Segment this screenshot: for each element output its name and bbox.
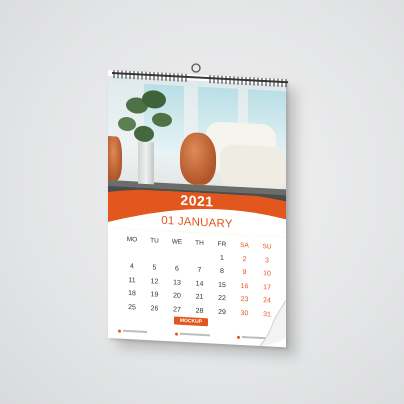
date-cell: 21 xyxy=(195,293,204,302)
day-header-tu: TU xyxy=(150,237,159,245)
date-cell-weekend: 17 xyxy=(263,283,271,292)
date-cell: 11 xyxy=(128,276,136,285)
date-cell: 6 xyxy=(175,265,179,273)
footer-contact xyxy=(174,331,210,337)
day-header-su: SU xyxy=(262,243,272,251)
date-cell-weekend: 2 xyxy=(242,255,247,264)
web-icon xyxy=(174,331,178,336)
phone-icon xyxy=(118,329,121,333)
date-cell: 1 xyxy=(220,254,224,262)
date-cell: 18 xyxy=(128,290,136,298)
date-cell: 27 xyxy=(173,306,181,314)
date-cell: 4 xyxy=(130,263,134,271)
calendar-mockup-scene: 2021 01 JANUARY MO TU WE TH FR SA SU 1 2… xyxy=(0,0,404,404)
date-cell: 8 xyxy=(220,268,224,276)
date-cell-weekend: 9 xyxy=(242,269,247,277)
date-cell: 7 xyxy=(197,266,202,275)
date-cell-weekend: 30 xyxy=(240,309,249,318)
day-header-mo: MO xyxy=(126,236,138,244)
date-cell xyxy=(190,257,210,258)
rattan-vase xyxy=(180,131,216,186)
date-cell: 29 xyxy=(218,308,226,316)
date-cell-weekend: 23 xyxy=(240,296,249,304)
date-cell: 20 xyxy=(173,292,181,301)
footer-contact xyxy=(118,329,147,334)
date-cell: 22 xyxy=(218,295,226,303)
day-header-sa: SA xyxy=(240,242,249,250)
date-cell: 5 xyxy=(152,264,157,272)
date-cell xyxy=(145,254,165,255)
day-header-fr: FR xyxy=(217,240,227,249)
date-cell: 28 xyxy=(195,307,204,315)
date-cell: 13 xyxy=(173,279,181,287)
date-cell-weekend: 10 xyxy=(263,270,271,278)
day-header-we: WE xyxy=(171,238,183,247)
footer-text-line xyxy=(179,332,210,337)
date-cell xyxy=(167,255,187,256)
date-cell: 14 xyxy=(195,280,204,288)
date-cell-weekend: 3 xyxy=(265,256,269,265)
location-icon xyxy=(237,335,240,339)
date-cell: 12 xyxy=(150,277,159,286)
mockup-tag: MOCKUP xyxy=(174,316,208,327)
page-curl xyxy=(259,300,287,346)
date-cell: 25 xyxy=(128,303,136,312)
date-cell: 15 xyxy=(218,281,226,289)
plant-leaf xyxy=(152,112,172,128)
footer-text-line xyxy=(123,329,147,334)
date-cell xyxy=(122,253,142,254)
day-header-th: TH xyxy=(195,239,204,248)
plant-pot xyxy=(138,141,154,185)
plant-leaf xyxy=(118,116,136,132)
rattan-vase-left xyxy=(108,136,122,181)
date-cell: 26 xyxy=(150,304,159,313)
white-sofa-cushion xyxy=(220,143,286,192)
date-cell: 19 xyxy=(150,291,159,299)
plant-leaf xyxy=(134,125,154,143)
date-cell-weekend: 16 xyxy=(240,282,249,291)
hanger-hook xyxy=(191,63,201,73)
